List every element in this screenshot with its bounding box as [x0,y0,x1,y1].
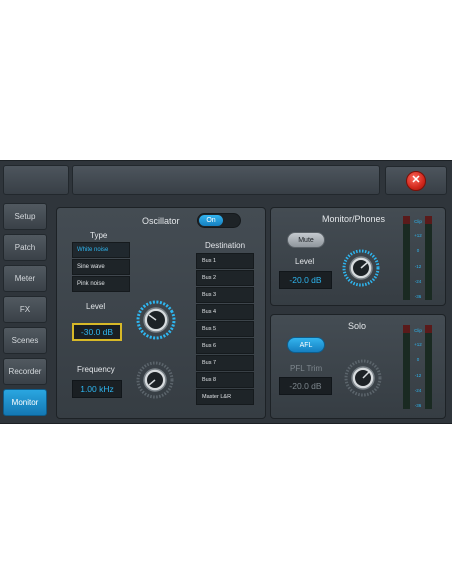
solo-meter-tick-m24: -24 [415,388,422,393]
monitor-meter-tick-clip: Clip [414,219,422,224]
destination-bus-4[interactable]: Bus 4 [196,304,254,320]
oscillator-toggle-on: On [199,215,223,226]
osc-level-knob[interactable] [135,299,177,341]
type-option-pink-noise[interactable]: Pink noise [72,276,130,292]
monitor-meter-tick-0: 0 [417,248,420,253]
nav-fx[interactable]: FX [3,296,47,323]
monitor-meter-tick-m36: -36 [415,294,422,299]
destination-bus-8[interactable]: Bus 8 [196,372,254,388]
frequency-value[interactable]: 1.00 kHz [72,380,122,398]
monitor-meter-right-clip [425,216,432,224]
nav-monitor[interactable]: Monitor [3,389,47,416]
destination-label: Destination [205,241,246,250]
frequency-label: Frequency [77,365,115,374]
close-button[interactable]: ✕ [385,166,447,195]
monitor-level-knob[interactable] [341,248,381,288]
osc-level-label: Level [86,302,106,311]
nav-recorder[interactable]: Recorder [3,358,47,385]
solo-meter-right-clip [425,325,432,333]
monitor-level-value[interactable]: -20.0 dB [279,271,332,289]
nav-meter[interactable]: Meter [3,265,47,292]
destination-master-lr[interactable]: Master L&R [196,389,254,405]
oscillator-title: Oscillator [142,216,180,226]
monitor-meter-left-bar [403,216,410,300]
osc-level-value[interactable]: -30.0 dB [72,323,122,341]
type-list: White noise Sine wave Pink noise [72,242,130,293]
type-label: Type [90,231,108,240]
pfl-trim-knob[interactable] [343,358,383,398]
monitor-meter: Clip +12 0 -12 -24 -36 [403,216,432,300]
top-title-bar [72,165,380,195]
mute-button[interactable]: Mute [287,232,325,248]
monitor-phones-title: Monitor/Phones [322,214,386,224]
monitor-meter-right-bar [425,216,432,300]
solo-meter-tick-m12: -12 [415,373,422,378]
nav-setup[interactable]: Setup [3,203,47,230]
monitor-meter-tick-m24: -24 [415,279,422,284]
monitor-meter-tick-p12: +12 [414,233,422,238]
destination-bus-6[interactable]: Bus 6 [196,338,254,354]
solo-meter-tick-clip: Clip [414,328,422,333]
oscillator-toggle[interactable]: On [197,213,241,228]
solo-meter-right-bar [425,325,432,409]
solo-meter-left-clip [403,325,410,333]
solo-meter-left-bar [403,325,410,409]
solo-meter-tick-0: 0 [417,357,420,362]
destination-bus-3[interactable]: Bus 3 [196,287,254,303]
mixer-window: ✕ Setup Patch Meter FX Scenes Recorder M… [0,160,452,424]
top-left-box [3,165,69,195]
solo-panel: Solo AFL PFL Trim -20.0 dB Clip +12 0 -1… [270,314,446,419]
pfl-trim-label: PFL Trim [290,364,323,373]
type-option-white-noise[interactable]: White noise [72,242,130,258]
destination-list: Bus 1 Bus 2 Bus 3 Bus 4 Bus 5 Bus 6 Bus … [196,253,254,406]
destination-bus-5[interactable]: Bus 5 [196,321,254,337]
monitor-meter-tick-m12: -12 [415,264,422,269]
nav-patch[interactable]: Patch [3,234,47,261]
destination-bus-7[interactable]: Bus 7 [196,355,254,371]
monitor-meter-left-clip [403,216,410,224]
close-icon: ✕ [406,170,426,191]
solo-meter-tick-p12: +12 [414,342,422,347]
destination-bus-1[interactable]: Bus 1 [196,253,254,269]
nav-scenes[interactable]: Scenes [3,327,47,354]
type-option-sine-wave[interactable]: Sine wave [72,259,130,275]
destination-bus-2[interactable]: Bus 2 [196,270,254,286]
pfl-trim-value[interactable]: -20.0 dB [279,377,332,395]
monitor-level-label: Level [295,257,315,266]
frequency-knob[interactable] [135,360,175,400]
oscillator-panel: Oscillator On Type White noise Sine wave… [56,207,266,419]
solo-meter: Clip +12 0 -12 -24 -36 [403,325,432,409]
solo-meter-tick-m36: -36 [415,403,422,408]
monitor-phones-panel: Monitor/Phones Mute Level -20.0 dB Clip … [270,207,446,306]
solo-title: Solo [348,321,367,331]
afl-button[interactable]: AFL [287,337,325,353]
